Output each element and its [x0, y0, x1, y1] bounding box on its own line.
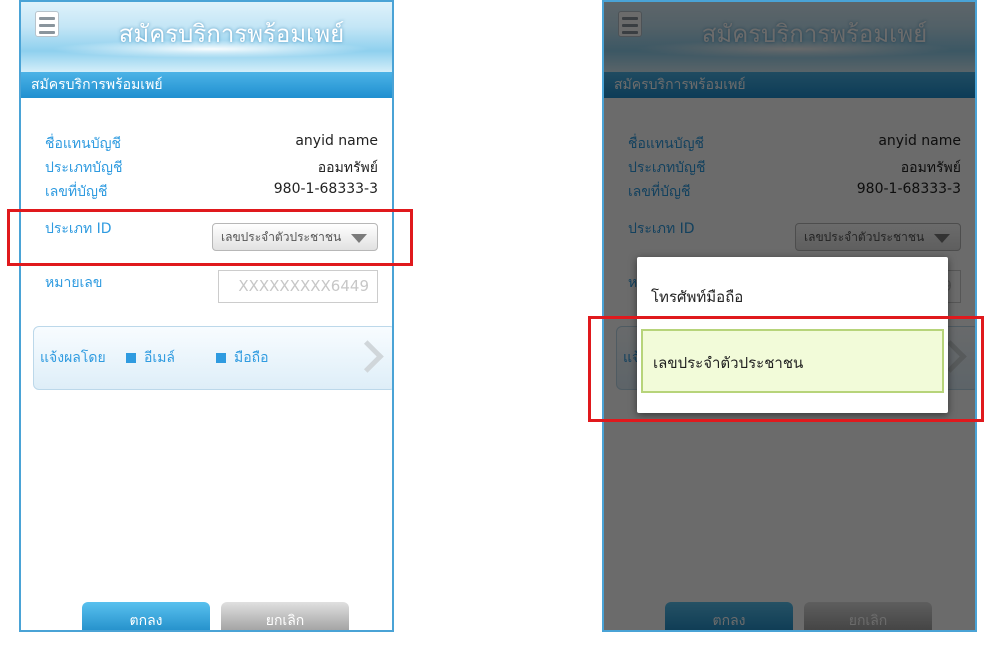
- notify-label: แจ้งผลโดย: [40, 350, 106, 366]
- app-title: สมัครบริการพร้อมเพย์: [118, 20, 345, 48]
- title-bar: สมัครบริการพร้อมเพย์: [21, 2, 392, 72]
- notify-option-email[interactable]: อีเมล์: [126, 347, 175, 369]
- account-number-label: เลขที่บัญชี: [45, 184, 108, 200]
- annotation-highlight-id-type: [7, 209, 413, 266]
- notify-options[interactable]: แจ้งผลโดย อีเมล์ มือถือ: [33, 326, 392, 390]
- id-number-input[interactable]: XXXXXXXXX6449: [218, 270, 378, 303]
- account-type-label: ประเภทบัญชี: [45, 160, 123, 176]
- account-name-label: ชื่อแทนบัญชี: [45, 136, 122, 152]
- cancel-button[interactable]: ยกเลิก: [221, 602, 349, 630]
- account-name-row: ชื่อแทนบัญชี anyid name: [45, 133, 378, 153]
- phone-screen-form: สมัครบริการพร้อมเพย์ สมัครบริการพร้อมเพย…: [19, 0, 394, 632]
- account-number-row: เลขที่บัญชี 980-1-68333-3: [45, 181, 378, 201]
- ok-button[interactable]: ตกลง: [82, 602, 210, 630]
- menu-icon[interactable]: [35, 11, 59, 37]
- account-type-row: ประเภทบัญชี ออมทรัพย์: [45, 157, 378, 177]
- notify-option-mobile[interactable]: มือถือ: [216, 347, 269, 369]
- account-name-value: anyid name: [295, 133, 378, 149]
- checkbox-square-icon: [216, 353, 226, 363]
- account-number-value: 980-1-68333-3: [273, 181, 378, 197]
- checkbox-square-icon: [126, 353, 136, 363]
- account-type-value: ออมทรัพย์: [317, 160, 378, 176]
- id-number-label: หมายเลข: [45, 275, 103, 291]
- section-title: สมัครบริการพร้อมเพย์: [21, 72, 392, 98]
- annotation-highlight-citizen-id: [588, 316, 984, 422]
- chevron-right-icon[interactable]: [351, 340, 384, 373]
